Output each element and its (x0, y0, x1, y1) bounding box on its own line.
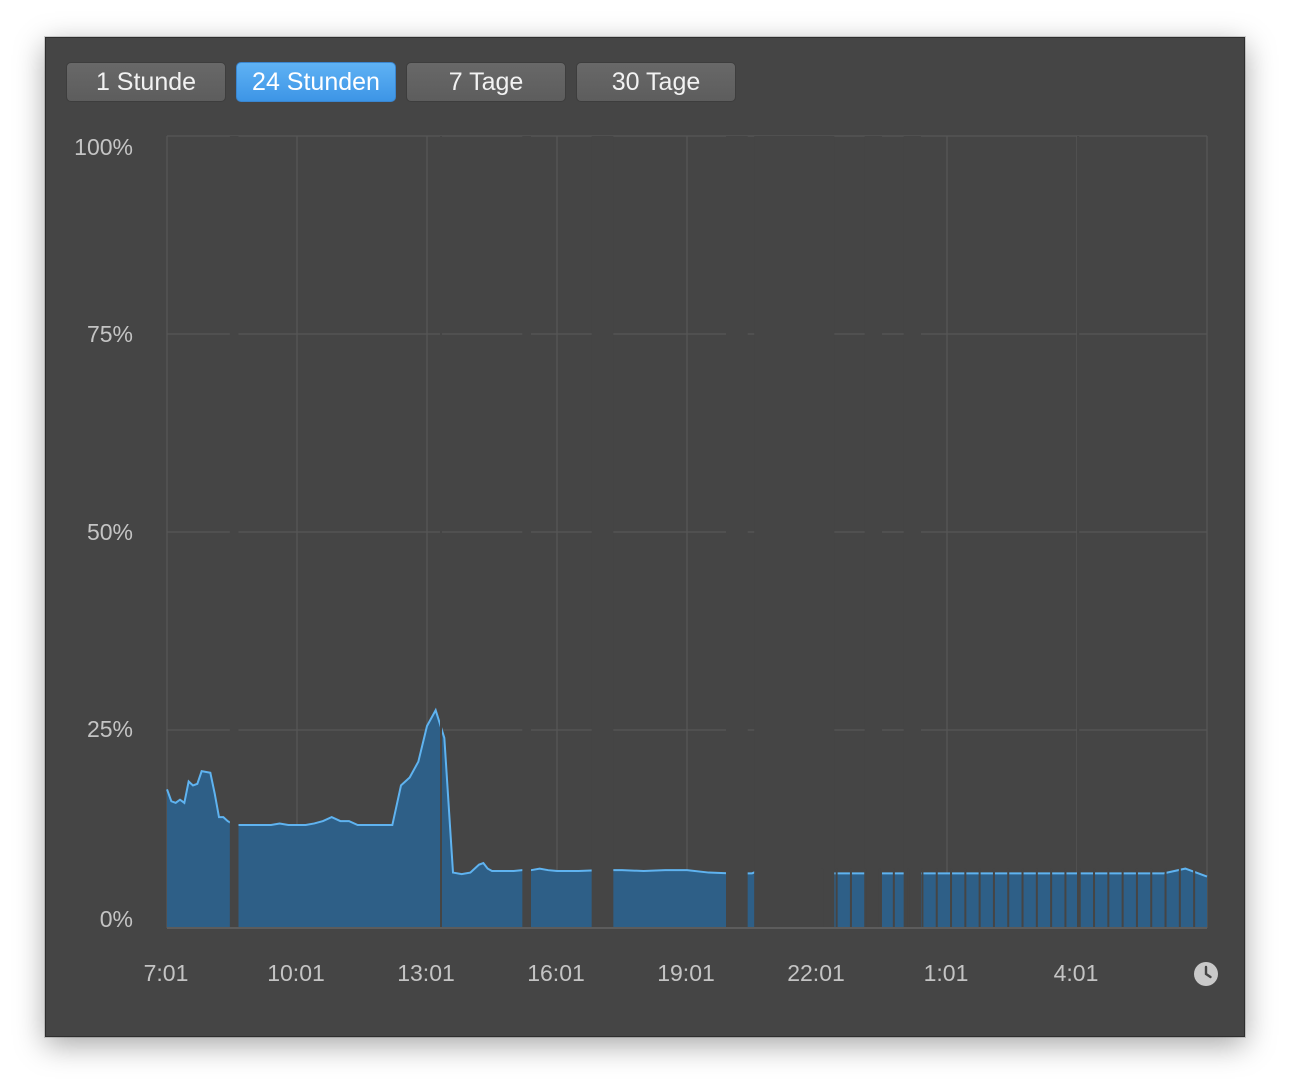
y-tick-label: 25% (86, 716, 133, 742)
sample-gap-tick (950, 868, 953, 928)
x-tick-label: 19:01 (657, 960, 715, 986)
sample-gap-tick (1007, 868, 1010, 928)
sample-gap-tick (849, 868, 852, 928)
sample-gap-tick (1121, 868, 1124, 928)
sample-gap-tick (1107, 868, 1110, 928)
sample-gap-tick (864, 868, 867, 928)
y-tick-label: 100% (74, 134, 133, 160)
sample-gap-tick (1093, 868, 1096, 928)
sample-gap-tick (1035, 868, 1038, 928)
sample-gap-tick (992, 868, 995, 928)
data-gap (726, 136, 748, 928)
sample-gap-tick (1078, 868, 1081, 928)
sample-gap-tick (878, 868, 881, 928)
sample-gap-tick (964, 868, 967, 928)
data-gap (440, 136, 442, 928)
chart-window: 1 Stunde 24 Stunden 7 Tage 30 Tage 100% … (45, 37, 1245, 1037)
sample-gap-tick (1164, 868, 1167, 928)
data-gap (229, 136, 239, 928)
y-tick-label: 0% (99, 906, 133, 932)
sample-gap-tick (1064, 868, 1067, 928)
sample-gap-tick (935, 868, 938, 928)
clock-icon[interactable] (1194, 962, 1218, 986)
usage-chart (166, 135, 1208, 929)
data-gap (1077, 136, 1080, 928)
x-tick-label: 22:01 (787, 960, 845, 986)
sample-gap-tick (1135, 868, 1138, 928)
x-tick-label: 1:01 (923, 960, 969, 986)
sample-gap-tick (907, 868, 910, 928)
sample-gap-tick (821, 868, 824, 928)
data-gap (754, 136, 835, 928)
data-gap (522, 136, 531, 928)
y-tick-label: 75% (86, 321, 133, 347)
x-tick-label: 13:01 (397, 960, 455, 986)
sample-gap-tick (835, 868, 838, 928)
sample-gap-tick (892, 868, 895, 928)
sample-gap-tick (1178, 868, 1181, 928)
y-tick-label: 50% (86, 519, 133, 545)
sample-gap-tick (1150, 868, 1153, 928)
x-tick-label: 7:01 (143, 960, 189, 986)
sample-gap-tick (1193, 868, 1196, 928)
data-gap (864, 136, 882, 928)
x-tick-label: 4:01 (1053, 960, 1099, 986)
data-gap (903, 136, 921, 928)
sample-gap-tick (978, 868, 981, 928)
x-tick-label: 10:01 (267, 960, 325, 986)
sample-gap-tick (1021, 868, 1024, 928)
data-gap (591, 136, 614, 928)
x-tick-label: 16:01 (527, 960, 585, 986)
sample-gap-tick (921, 868, 924, 928)
sample-gap-tick (1050, 868, 1053, 928)
